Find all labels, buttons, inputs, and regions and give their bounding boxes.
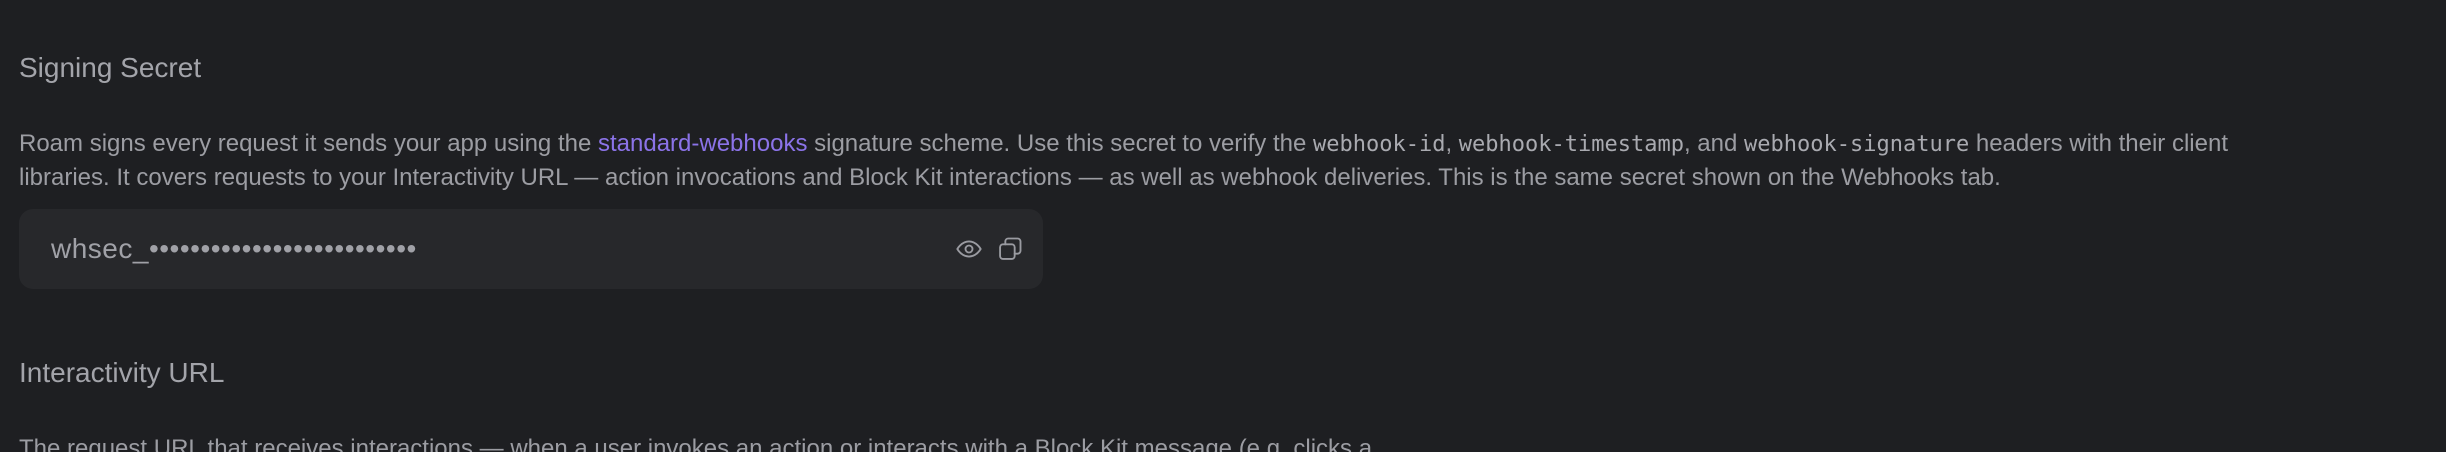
code-webhook-timestamp: webhook-timestamp (1458, 132, 1684, 157)
signing-secret-field[interactable]: whsec_•••••••••••••••••••••••••• (19, 209, 1043, 289)
description-text: , and (1683, 130, 1745, 157)
code-webhook-signature: webhook-signature (1744, 132, 1970, 157)
description-text: Roam signs every request it sends your a… (19, 130, 598, 157)
interactivity-url-title: Interactivity URL (19, 357, 225, 388)
signing-secret-description: Roam signs every request it sends your a… (19, 127, 2319, 194)
copy-secret-button[interactable] (994, 233, 1026, 265)
signing-secret-value[interactable]: whsec_•••••••••••••••••••••••••• (51, 209, 417, 289)
reveal-secret-button[interactable] (953, 233, 985, 265)
signing-secret-title: Signing Secret (19, 52, 202, 83)
eye-icon (956, 240, 982, 258)
description-text: , (1445, 130, 1459, 157)
copy-icon (999, 237, 1022, 260)
interactivity-url-description: The request URL that receives interactio… (19, 435, 1373, 452)
code-webhook-id: webhook-id (1313, 132, 1446, 157)
description-text: signature scheme. Use this secret to ver… (807, 130, 1313, 157)
standard-webhooks-link[interactable]: standard-webhooks (598, 130, 807, 157)
